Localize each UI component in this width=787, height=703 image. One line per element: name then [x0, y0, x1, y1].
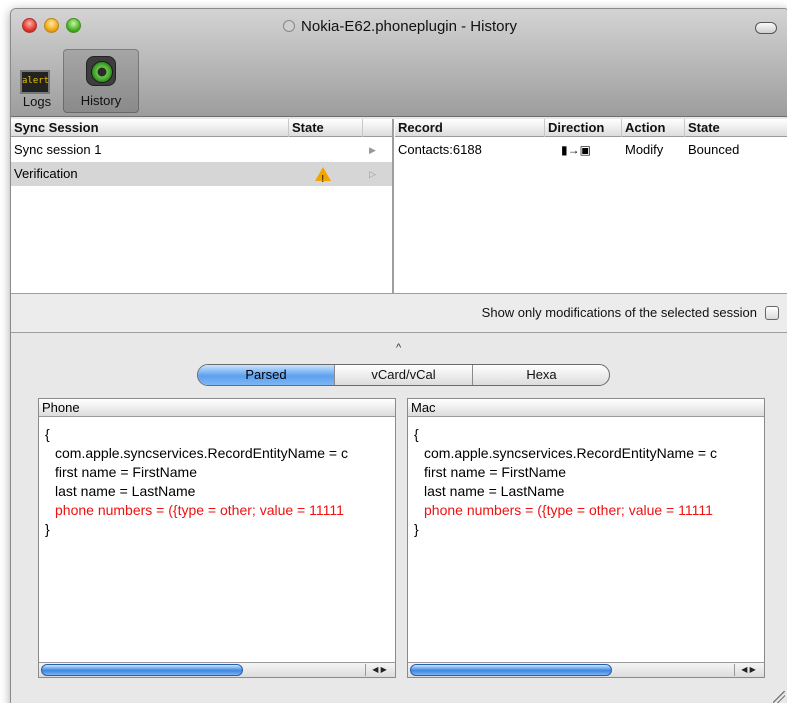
scroll-arrows-icon[interactable]: ◀ ▶: [734, 664, 762, 676]
scroll-arrows-icon[interactable]: ◀ ▶: [365, 664, 393, 676]
record-line: {: [414, 426, 419, 442]
record-line: last name = LastName: [55, 483, 196, 499]
resize-grip-icon[interactable]: [773, 691, 785, 703]
column-spacer: [363, 119, 393, 137]
record-line: last name = LastName: [424, 483, 565, 499]
record-line: {: [45, 426, 50, 442]
session-row[interactable]: Sync session 1 ▶: [11, 138, 392, 162]
options-bar: Show only modifications of the selected …: [11, 293, 787, 333]
tab-parsed[interactable]: Parsed: [198, 365, 335, 385]
record-line: }: [414, 521, 419, 537]
toolbar-toggle-button[interactable]: [755, 22, 777, 34]
phone-record-text[interactable]: { com.apple.syncservices.RecordEntityNam…: [45, 425, 395, 655]
mac-record-pane: Mac { com.apple.syncservices.RecordEntit…: [407, 398, 765, 678]
record-line: first name = FirstName: [424, 464, 566, 480]
column-record[interactable]: Record: [395, 119, 545, 137]
scroll-thumb[interactable]: [41, 664, 243, 676]
history-icon: [86, 56, 116, 86]
history-label: History: [80, 93, 122, 108]
mac-pane-header: Mac: [408, 399, 764, 417]
record-state: Bounced: [688, 142, 740, 157]
view-mode-segmented-control: Parsed vCard/vCal Hexa: [197, 364, 610, 386]
history-window: Nokia-E62.phoneplugin - History alert Lo…: [10, 8, 787, 703]
tab-vcard-vcal[interactable]: vCard/vCal: [335, 365, 473, 385]
record-name: Contacts:6188: [398, 142, 482, 157]
column-sync-session[interactable]: Sync Session: [11, 119, 289, 137]
window-title: Nokia-E62.phoneplugin - History: [11, 18, 787, 35]
record-line-changed: phone numbers = ({type = other; value = …: [55, 502, 344, 518]
disclosure-arrow-icon[interactable]: ▷: [369, 162, 376, 186]
phone-pane-header: Phone: [39, 399, 395, 417]
record-action: Modify: [625, 142, 664, 157]
history-toolbar-button[interactable]: History: [63, 49, 139, 113]
record-row[interactable]: Contacts:6188 ▮→▣ Modify Bounced: [395, 138, 787, 162]
sessions-table-header: Sync Session State: [11, 119, 393, 137]
history-tables: Sync Session State Sync session 1 ▶ Veri…: [11, 119, 787, 293]
tab-hexa[interactable]: Hexa: [473, 365, 609, 385]
phone-to-mac-icon: ▮→▣: [561, 143, 591, 157]
record-line: com.apple.syncservices.RecordEntityName …: [424, 445, 717, 461]
mac-record-text[interactable]: { com.apple.syncservices.RecordEntityNam…: [414, 425, 764, 655]
record-line: com.apple.syncservices.RecordEntityName …: [55, 445, 348, 461]
horizontal-scrollbar[interactable]: ◀ ▶: [408, 662, 764, 677]
show-only-modifications-checkbox[interactable]: [765, 306, 779, 320]
phone-record-pane: Phone { com.apple.syncservices.RecordEnt…: [38, 398, 396, 678]
record-line-changed: phone numbers = ({type = other; value = …: [424, 502, 713, 518]
column-session-state[interactable]: State: [289, 119, 363, 137]
scroll-thumb[interactable]: [410, 664, 612, 676]
records-table-header: Record Direction Action State: [395, 119, 787, 137]
logs-label: Logs: [22, 94, 52, 109]
window-title-text: Nokia-E62.phoneplugin - History: [301, 18, 517, 35]
warning-icon: [315, 167, 331, 192]
collapse-caret-icon[interactable]: ^: [396, 342, 401, 354]
logs-icon: alert: [20, 70, 50, 94]
horizontal-scrollbar[interactable]: ◀ ▶: [39, 662, 395, 677]
session-row-selected[interactable]: Verification ▷: [11, 162, 392, 192]
column-action[interactable]: Action: [622, 119, 685, 137]
disclosure-arrow-icon[interactable]: ▶: [369, 138, 376, 162]
column-direction[interactable]: Direction: [545, 119, 622, 137]
column-record-state[interactable]: State: [685, 119, 787, 137]
document-icon: [283, 20, 296, 32]
session-name: Sync session 1: [14, 142, 102, 157]
session-name: Verification: [14, 166, 78, 181]
record-line: }: [45, 521, 50, 537]
record-line: first name = FirstName: [55, 464, 197, 480]
title-toolbar: Nokia-E62.phoneplugin - History alert Lo…: [11, 9, 787, 117]
logs-toolbar-button[interactable]: alert Logs: [11, 49, 63, 113]
split-view-divider[interactable]: [392, 119, 394, 293]
show-only-modifications-label: Show only modifications of the selected …: [481, 305, 757, 320]
